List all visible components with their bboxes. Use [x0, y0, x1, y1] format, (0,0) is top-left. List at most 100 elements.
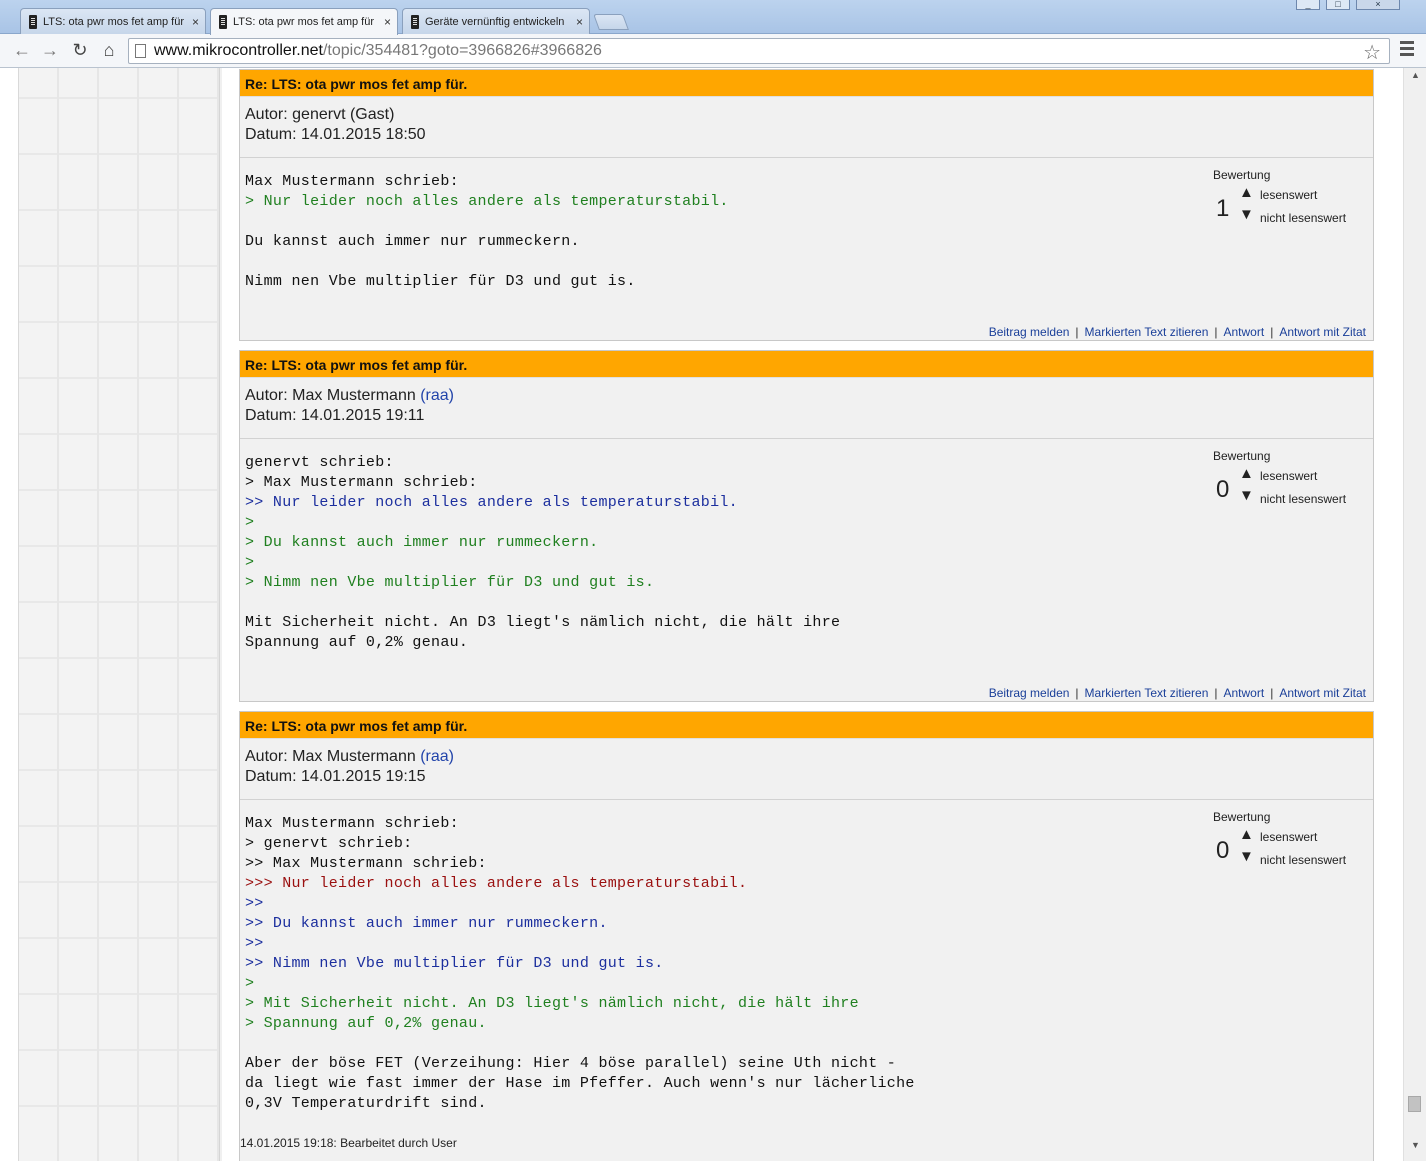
quote-line: >> [245, 935, 264, 952]
favicon-icon [219, 15, 227, 29]
close-icon[interactable]: × [384, 15, 391, 29]
downvote-label[interactable]: nicht lesenswert [1260, 492, 1346, 506]
author-label: Autor: [245, 387, 293, 404]
downvote-label[interactable]: nicht lesenswert [1260, 211, 1346, 225]
minimize-button[interactable]: _ [1296, 0, 1320, 10]
close-icon[interactable]: × [576, 15, 583, 29]
text-line: da liegt wie fast immer der Hase im Pfef… [245, 1075, 915, 1092]
rating-count: 0 [1216, 476, 1230, 503]
post-actions: Beitrag melden | Markierten Text zitieren |… [240, 325, 1373, 344]
post-subject: Re: LTS: ota pwr mos fet amp für. [240, 70, 1373, 97]
circuit-pattern [18, 68, 220, 1161]
quote-marked-link[interactable]: Markierten Text zitieren [1085, 325, 1209, 339]
author-name: Max Mustermann [292, 748, 421, 765]
upvote-icon[interactable]: ▲ [1239, 826, 1254, 843]
rating-box: Bewertung 1 ▲ lesenswert ▼ nicht lesensw… [1213, 168, 1363, 225]
separator: | [1214, 325, 1218, 339]
separator: | [1075, 325, 1079, 339]
rating-title: Bewertung [1213, 449, 1271, 463]
rating-count: 1 [1216, 195, 1230, 222]
downvote-icon[interactable]: ▼ [1239, 206, 1254, 223]
post-meta: Autor: genervt (Gast) Datum: 14.01.2015 … [240, 97, 1373, 158]
tab-title: LTS: ota pwr mos fet amp für [43, 15, 185, 28]
text-line: 0,3V Temperaturdrift sind. [245, 1095, 487, 1112]
quote-line: > [245, 554, 255, 571]
upvote-label[interactable]: lesenswert [1260, 830, 1317, 844]
post-author: Autor: Max Mustermann (raa) [245, 386, 1368, 406]
reply-link[interactable]: Antwort [1224, 325, 1265, 339]
quote-line: > Spannung auf 0,2% genau. [245, 1015, 487, 1032]
maximize-button[interactable]: □ [1326, 0, 1350, 10]
bookmark-star-icon[interactable]: ☆ [1363, 40, 1381, 65]
rating-box: Bewertung 0 ▲ lesenswert ▼ nicht lesensw… [1213, 810, 1363, 867]
tab-title: Geräte vernünftig entwickeln [425, 15, 565, 28]
favicon-icon [29, 14, 37, 29]
text-line: Du kannst auch immer nur rummeckern. [245, 233, 580, 250]
vertical-scrollbar[interactable]: ▲ ▼ [1403, 68, 1426, 1161]
tab-1[interactable]: LTS: ota pwr mos fet amp für × [20, 8, 206, 34]
url-text[interactable]: www.mikrocontroller.net/topic/354481?got… [154, 42, 602, 60]
downvote-icon[interactable]: ▼ [1239, 487, 1254, 504]
forum-post: Re: LTS: ota pwr mos fet amp für. Autor:… [239, 711, 1374, 1161]
report-link[interactable]: Beitrag melden [989, 686, 1070, 700]
scroll-thumb[interactable] [1408, 1096, 1421, 1112]
text-line [245, 212, 1368, 232]
menu-icon[interactable] [1400, 41, 1414, 59]
author-name: Max Mustermann [292, 387, 421, 404]
upvote-label[interactable]: lesenswert [1260, 469, 1317, 483]
tab-3[interactable]: Geräte vernünftig entwickeln × [402, 8, 590, 34]
downvote-label[interactable]: nicht lesenswert [1260, 853, 1346, 867]
author-label: Autor: [245, 106, 293, 123]
text-line [245, 1034, 1368, 1054]
quote-line: >> [245, 895, 264, 912]
text-line: Nimm nen Vbe multiplier für D3 und gut i… [245, 273, 636, 290]
edited-note: 14.01.2015 19:18: Bearbeitet durch User [240, 1136, 457, 1150]
post-date: Datum: 14.01.2015 18:50 [245, 126, 426, 143]
downvote-icon[interactable]: ▼ [1239, 848, 1254, 865]
home-icon[interactable]: ⌂ [97, 40, 121, 61]
forum-thread: Re: LTS: ota pwr mos fet amp für. Autor:… [222, 68, 1402, 1161]
reply-quote-link[interactable]: Antwort mit Zitat [1279, 325, 1366, 339]
back-icon[interactable]: ← [10, 40, 34, 61]
title-bar: LTS: ota pwr mos fet amp für × LTS: ota … [0, 0, 1426, 35]
tab-2-active[interactable]: LTS: ota pwr mos fet amp für × [210, 8, 398, 35]
author-nick-link[interactable]: (raa) [420, 748, 454, 765]
reply-link[interactable]: Antwort [1224, 686, 1265, 700]
post-date: Datum: 14.01.2015 19:11 [245, 407, 425, 424]
post-body: Max Mustermann schrieb: > Nur leider noc… [240, 158, 1373, 325]
upvote-label[interactable]: lesenswert [1260, 188, 1317, 202]
address-bar[interactable]: www.mikrocontroller.net/topic/354481?got… [128, 38, 1390, 64]
rating-box: Bewertung 0 ▲ lesenswert ▼ nicht lesensw… [1213, 449, 1363, 506]
quote-line: > Du kannst auch immer nur rummeckern. [245, 534, 599, 551]
page-icon [135, 44, 146, 58]
upvote-icon[interactable]: ▲ [1239, 465, 1254, 482]
reply-quote-link[interactable]: Antwort mit Zitat [1279, 686, 1366, 700]
rating-title: Bewertung [1213, 168, 1271, 182]
separator: | [1270, 325, 1274, 339]
scroll-up-icon[interactable]: ▲ [1404, 70, 1426, 84]
rating-title: Bewertung [1213, 810, 1271, 824]
post-author: Autor: genervt (Gast) [245, 105, 1368, 125]
separator: | [1214, 686, 1218, 700]
quote-line: > Nur leider noch alles andere als tempe… [245, 193, 729, 210]
quote-line: >> Nur leider noch alles andere als temp… [245, 494, 738, 511]
post-subject: Re: LTS: ota pwr mos fet amp für. [240, 712, 1373, 739]
quote-marked-link[interactable]: Markierten Text zitieren [1085, 686, 1209, 700]
forward-icon[interactable]: → [38, 40, 62, 61]
scroll-down-icon[interactable]: ▼ [1404, 1140, 1426, 1154]
upvote-icon[interactable]: ▲ [1239, 184, 1254, 201]
post-date: Datum: 14.01.2015 19:15 [245, 768, 426, 785]
author-nick-link[interactable]: (raa) [420, 387, 454, 404]
close-icon[interactable]: × [192, 15, 199, 29]
forum-post: Re: LTS: ota pwr mos fet amp für. Autor:… [239, 69, 1374, 341]
text-line: genervt schrieb: [245, 454, 394, 471]
tab-title: LTS: ota pwr mos fet amp für [233, 16, 375, 28]
reload-icon[interactable]: ↻ [68, 40, 92, 61]
quote-line: > Nimm nen Vbe multiplier für D3 und gut… [245, 574, 655, 591]
url-path: /topic/354481?goto=3966826#3966826 [322, 42, 602, 59]
text-line: > genervt schrieb: [245, 835, 413, 852]
report-link[interactable]: Beitrag melden [989, 325, 1070, 339]
close-window-button[interactable]: × [1356, 0, 1400, 10]
new-tab-button[interactable] [593, 14, 629, 30]
post-author: Autor: Max Mustermann (raa) [245, 747, 1368, 767]
